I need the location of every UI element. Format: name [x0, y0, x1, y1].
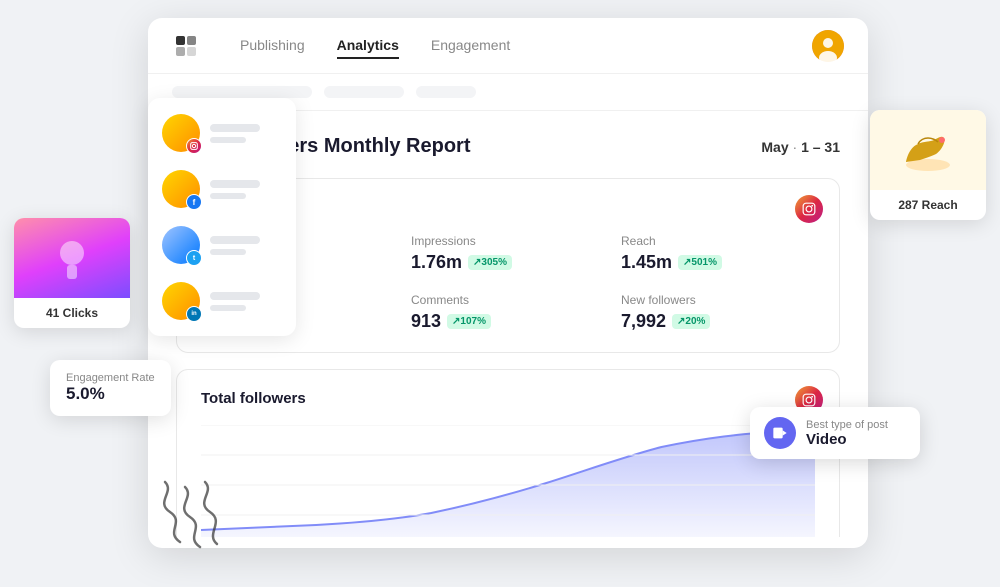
followers-card: Total followers	[176, 369, 840, 537]
ig-avatar	[162, 114, 200, 152]
filter-pill-1[interactable]	[172, 86, 312, 98]
stat-comments: Comments 913 ↗107%	[411, 293, 605, 332]
engagement-label: Engagement Rate	[66, 372, 155, 384]
report-date: May · 1 – 31	[761, 139, 840, 155]
line-short	[210, 137, 246, 143]
user-avatar[interactable]	[812, 30, 844, 62]
tw-badge: t	[186, 250, 202, 266]
nav-publishing[interactable]: Publishing	[240, 33, 305, 59]
stat-reach-badge: ↗501%	[678, 255, 722, 270]
nav-engagement[interactable]: Engagement	[431, 33, 510, 59]
stat-new-followers-label: New followers	[621, 293, 815, 307]
doodle-decoration	[145, 472, 245, 557]
stat-reach-value: 1.45m	[621, 252, 672, 273]
filter-pill-3[interactable]	[416, 86, 476, 98]
scene: Publishing Analytics Engagement Luna	[0, 0, 1000, 587]
filter-pill-2[interactable]	[324, 86, 404, 98]
line-long	[210, 124, 260, 132]
social-item-facebook: f	[162, 170, 282, 208]
line-long	[210, 292, 260, 300]
stat-comments-label: Comments	[411, 293, 605, 307]
social-item-linkedin: in	[162, 282, 282, 320]
stat-comments-value: 913	[411, 311, 441, 332]
tooltip-text: Best type of post Video	[806, 419, 888, 448]
line-short	[210, 249, 246, 255]
followers-title: Total followers	[201, 390, 815, 407]
nav-items: Publishing Analytics Engagement	[240, 33, 780, 59]
tooltip-sub: Best type of post	[806, 419, 888, 431]
li-badge: in	[186, 306, 202, 322]
stat-new-followers-badge: ↗20%	[672, 314, 710, 329]
ig-badge	[186, 138, 202, 154]
engagement-value: 5.0%	[66, 384, 155, 404]
line-short	[210, 305, 246, 311]
nav-analytics[interactable]: Analytics	[337, 33, 399, 59]
tw-lines	[210, 236, 282, 255]
stat-impressions: Impressions 1.76m ↗305%	[411, 234, 605, 273]
top-nav: Publishing Analytics Engagement	[148, 18, 868, 74]
clicks-label: 41 Clicks	[14, 298, 130, 328]
video-icon	[764, 417, 796, 449]
stat-reach: Reach 1.45m ↗501%	[621, 234, 815, 273]
stat-impressions-value: 1.76m	[411, 252, 462, 273]
li-avatar: in	[162, 282, 200, 320]
social-item-twitter: t	[162, 226, 282, 264]
line-short	[210, 193, 246, 199]
logo-icon	[172, 32, 200, 60]
stat-comments-badge: ↗107%	[447, 314, 491, 329]
reach-label: 287 Reach	[870, 190, 986, 220]
clicks-card: 41 Clicks	[14, 218, 130, 328]
chart-area	[201, 425, 815, 537]
tooltip-main: Video	[806, 431, 888, 448]
li-lines	[210, 292, 282, 311]
reach-card: 287 Reach	[870, 110, 986, 220]
stat-reach-label: Reach	[621, 234, 815, 248]
stat-impressions-badge: ↗305%	[468, 255, 512, 270]
ig-lines	[210, 124, 282, 143]
stat-new-followers: New followers 7,992 ↗20%	[621, 293, 815, 332]
sidebar-panel: f t	[148, 98, 296, 336]
stat-impressions-label: Impressions	[411, 234, 605, 248]
instagram-icon	[795, 195, 823, 223]
engagement-card: Engagement Rate 5.0%	[50, 360, 171, 416]
best-post-tooltip: Best type of post Video	[750, 407, 920, 459]
fb-badge: f	[186, 194, 202, 210]
fb-lines	[210, 180, 282, 199]
tw-avatar: t	[162, 226, 200, 264]
fb-avatar: f	[162, 170, 200, 208]
stat-new-followers-value: 7,992	[621, 311, 666, 332]
line-long	[210, 236, 260, 244]
line-long	[210, 180, 260, 188]
reach-card-image	[870, 110, 986, 190]
social-item-instagram	[162, 114, 282, 152]
clicks-card-image	[14, 218, 130, 298]
